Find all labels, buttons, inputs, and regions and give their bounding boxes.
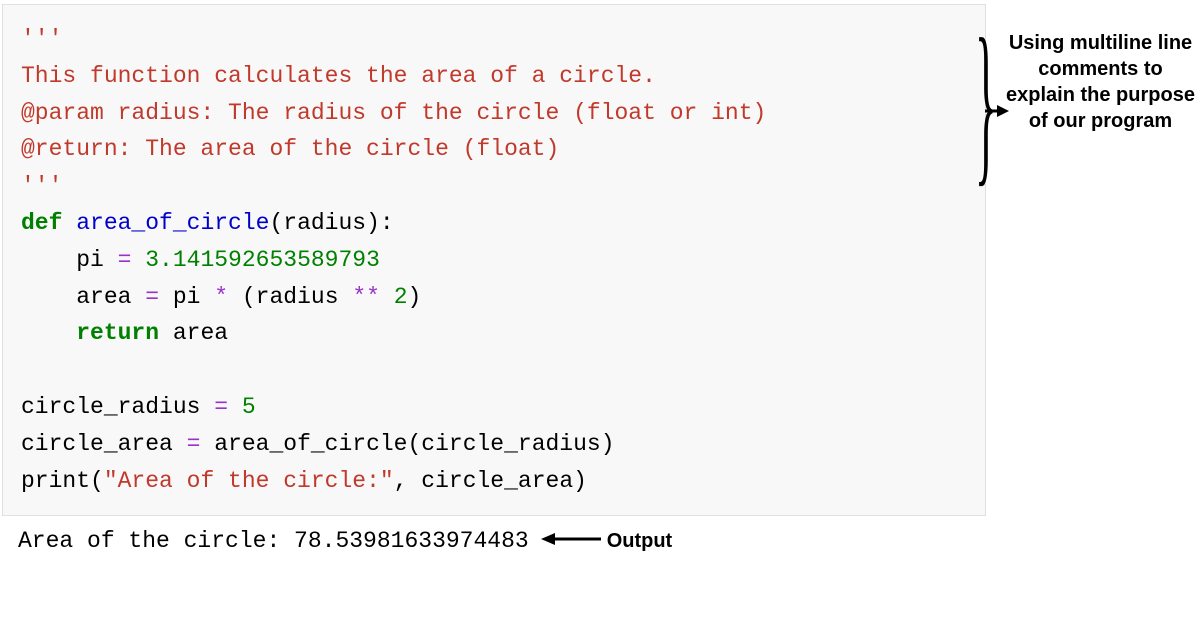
circle-radius-left: circle_radius [21, 394, 214, 420]
circle-area-left: circle_area [21, 431, 187, 457]
two-literal: 2 [394, 284, 408, 310]
brace-annotation: Using multiline line comments to explain… [1003, 30, 1198, 134]
arrow-left-icon [541, 528, 601, 554]
star-op: * [214, 284, 228, 310]
area-left: area [21, 284, 145, 310]
print-name: print [21, 468, 90, 494]
print-rest: , circle_area) [394, 468, 587, 494]
area-end: ) [408, 284, 422, 310]
pi-value: 3.141592653589793 [131, 247, 379, 273]
output-label: Output [607, 530, 673, 553]
dstar-op: ** [352, 284, 380, 310]
pi-left: pi [21, 247, 118, 273]
area-mid1: pi [159, 284, 214, 310]
docstring-line-2: @param radius: The radius of the circle … [21, 100, 766, 126]
func-name: area_of_circle [62, 210, 269, 236]
print-open: ( [90, 468, 104, 494]
eq-op-2: = [145, 284, 159, 310]
area-mid2: (radius [228, 284, 352, 310]
circle-radius-val: 5 [228, 394, 256, 420]
def-keyword: def [21, 210, 62, 236]
docstring-line-1: This function calculates the area of a c… [21, 63, 656, 89]
output-text: Area of the circle: 78.53981633974483 [18, 528, 529, 554]
code-block: ''' This function calculates the area of… [2, 4, 986, 516]
output-line: Area of the circle: 78.53981633974483 Ou… [0, 516, 986, 554]
docstring-open: ''' [21, 26, 62, 52]
eq-op-1: = [118, 247, 132, 273]
print-string: "Area of the circle:" [104, 468, 394, 494]
return-var: area [159, 320, 228, 346]
docstring-line-3: @return: The area of the circle (float) [21, 136, 559, 162]
eq-op-3: = [214, 394, 228, 420]
eq-op-4: = [187, 431, 201, 457]
circle-area-call: area_of_circle(circle_radius) [200, 431, 614, 457]
curly-brace-icon: } [975, 12, 997, 192]
func-params: (radius): [269, 210, 393, 236]
return-keyword: return [21, 320, 159, 346]
area-mid3 [380, 284, 394, 310]
docstring-close: ''' [21, 173, 62, 199]
